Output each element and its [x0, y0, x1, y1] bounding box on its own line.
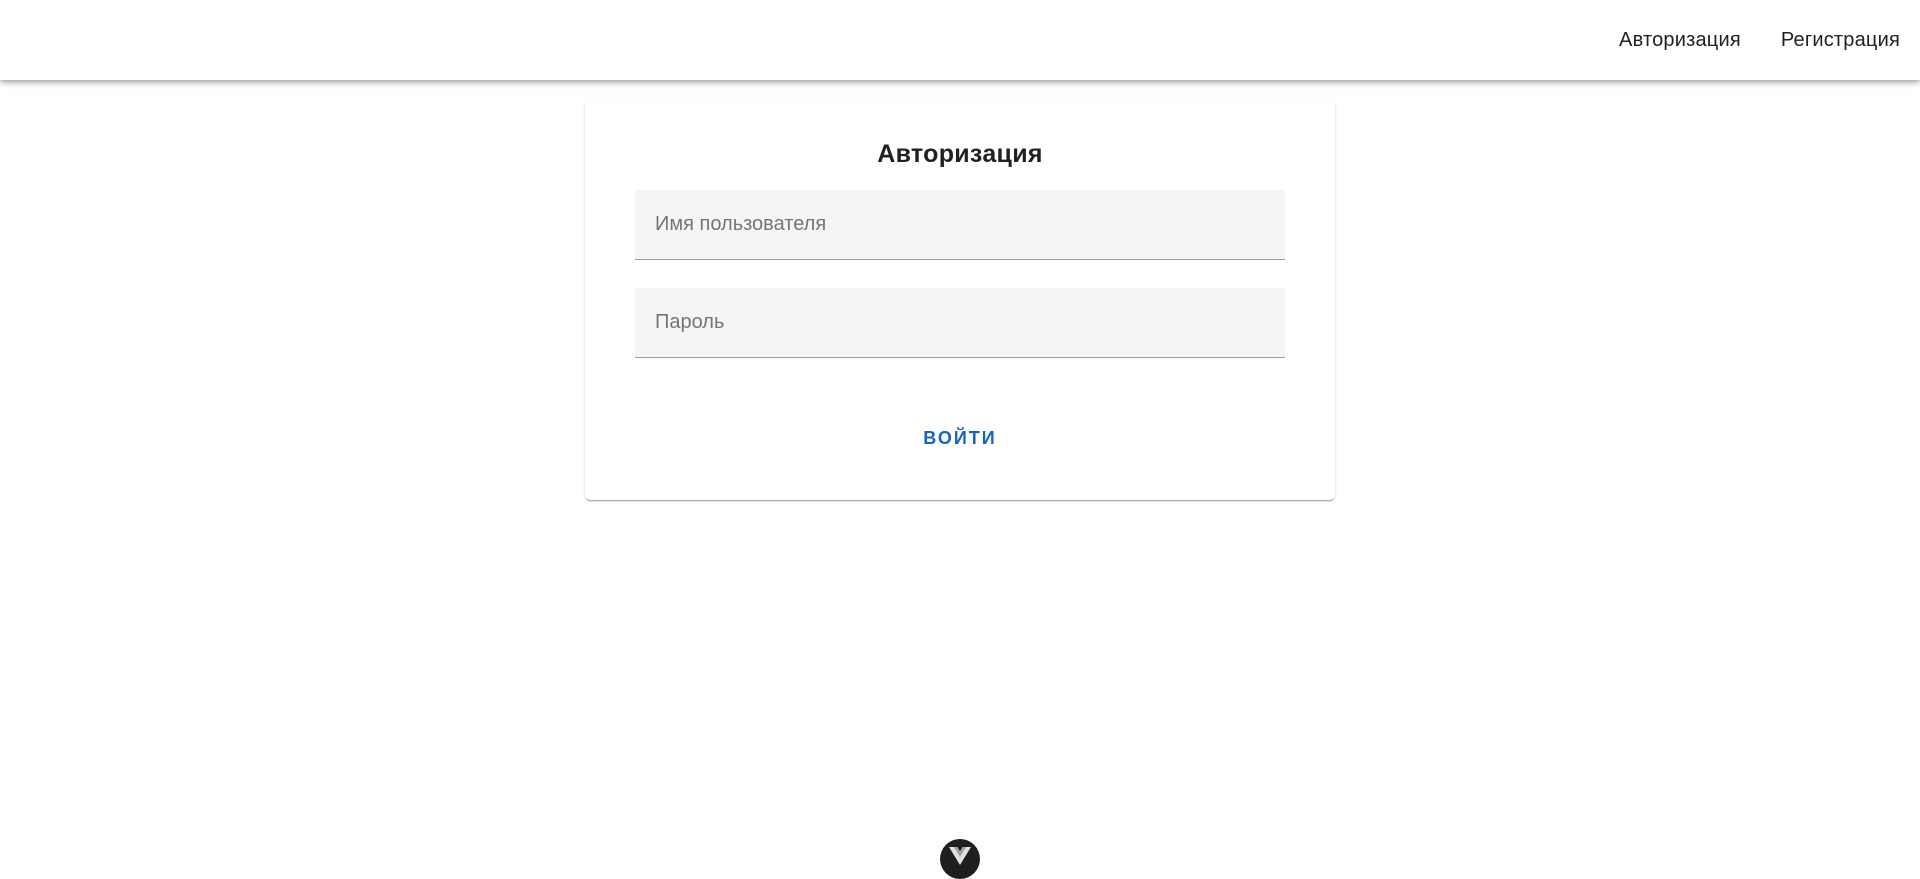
login-card: Авторизация ВОЙТИ [585, 100, 1335, 500]
username-input[interactable] [635, 190, 1285, 259]
nav-link-login[interactable]: Авторизация [1599, 0, 1761, 80]
top-nav: Авторизация Регистрация [1599, 0, 1920, 80]
login-title: Авторизация [877, 140, 1043, 168]
login-button[interactable]: ВОЙТИ [885, 410, 1035, 466]
password-input[interactable] [635, 288, 1285, 357]
vue-logo-icon [949, 847, 971, 865]
username-field-container [635, 190, 1285, 260]
app-bar: Авторизация Регистрация [0, 0, 1920, 80]
vue-devtools-button[interactable] [940, 839, 980, 879]
nav-link-register[interactable]: Регистрация [1761, 0, 1920, 80]
password-field-container [635, 288, 1285, 358]
